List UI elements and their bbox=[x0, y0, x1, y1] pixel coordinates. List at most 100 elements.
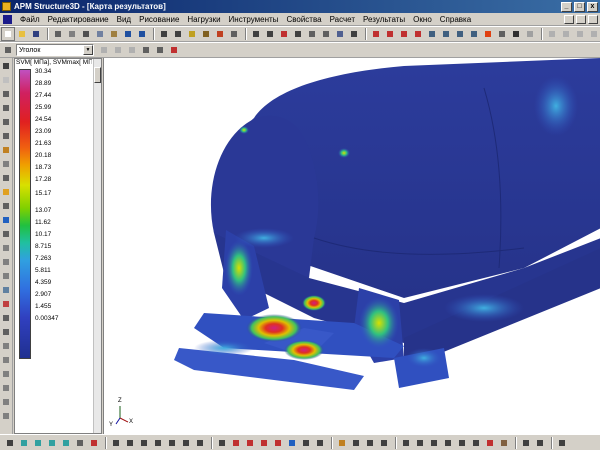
view-side-icon[interactable] bbox=[398, 28, 410, 40]
support-icon[interactable] bbox=[1, 201, 12, 212]
group-icon[interactable] bbox=[1, 397, 12, 408]
minimize-button[interactable]: _ bbox=[561, 1, 572, 12]
array-icon[interactable] bbox=[320, 28, 332, 40]
view-front-icon[interactable] bbox=[384, 28, 396, 40]
keyboard-icon[interactable] bbox=[520, 437, 532, 449]
calculator-icon[interactable] bbox=[534, 437, 546, 449]
zoom-out-icon[interactable] bbox=[440, 28, 452, 40]
mdi-restore-button[interactable] bbox=[576, 14, 586, 24]
cut-icon[interactable] bbox=[80, 28, 92, 40]
arrow-down-icon[interactable] bbox=[98, 44, 110, 56]
rotate-view-icon[interactable] bbox=[496, 28, 508, 40]
menu-loads[interactable]: Нагрузки bbox=[183, 15, 224, 24]
section-shape-icon[interactable] bbox=[194, 437, 206, 449]
settings-icon[interactable] bbox=[556, 437, 568, 449]
print-preview-icon[interactable] bbox=[66, 28, 78, 40]
section-library-icon[interactable] bbox=[154, 44, 166, 56]
beam-result-icon[interactable] bbox=[400, 437, 412, 449]
zoom-in-icon[interactable] bbox=[426, 28, 438, 40]
new-file-icon[interactable] bbox=[1, 27, 15, 41]
section-properties-icon[interactable] bbox=[168, 44, 180, 56]
measure-icon[interactable] bbox=[348, 28, 360, 40]
select-box-icon[interactable] bbox=[1, 75, 12, 86]
pressure-icon[interactable] bbox=[1, 243, 12, 254]
render-mode-icon[interactable] bbox=[510, 28, 522, 40]
shell-icon[interactable] bbox=[1, 159, 12, 170]
load-icon[interactable] bbox=[1, 187, 12, 198]
rotate-icon[interactable] bbox=[292, 28, 304, 40]
force-icon[interactable] bbox=[1, 215, 12, 226]
truck-icon[interactable] bbox=[214, 28, 226, 40]
grid-icon[interactable] bbox=[158, 28, 170, 40]
helmet-icon[interactable] bbox=[186, 28, 198, 40]
results-viewport[interactable]: Z X Y bbox=[103, 58, 600, 434]
solid-result-icon[interactable] bbox=[428, 437, 440, 449]
moment-display-icon[interactable] bbox=[244, 437, 256, 449]
menu-calculation[interactable]: Расчет bbox=[326, 15, 359, 24]
box-icon[interactable] bbox=[200, 28, 212, 40]
vectors-icon[interactable] bbox=[364, 437, 376, 449]
menu-window[interactable]: Окно bbox=[409, 15, 436, 24]
legend-scrollbar[interactable] bbox=[93, 59, 101, 433]
stress-icon[interactable] bbox=[456, 437, 468, 449]
view-top-icon[interactable] bbox=[412, 28, 424, 40]
force-display-icon[interactable] bbox=[230, 437, 242, 449]
animation-icon[interactable] bbox=[300, 437, 312, 449]
select-cursor-icon[interactable] bbox=[1, 61, 12, 72]
display-solids-icon[interactable] bbox=[60, 437, 72, 449]
mesh-icon[interactable] bbox=[1, 299, 12, 310]
temperature-display-icon[interactable] bbox=[272, 437, 284, 449]
undo-icon[interactable] bbox=[122, 28, 134, 40]
section-icon[interactable] bbox=[334, 28, 346, 40]
local-axes-icon[interactable] bbox=[180, 437, 192, 449]
save-icon[interactable] bbox=[30, 28, 42, 40]
hash-icon[interactable] bbox=[172, 28, 184, 40]
safety-factor-icon[interactable] bbox=[484, 437, 496, 449]
ruler-icon[interactable] bbox=[110, 437, 122, 449]
display-supports-icon[interactable] bbox=[88, 437, 100, 449]
paste-icon[interactable] bbox=[108, 28, 120, 40]
cube-icon[interactable] bbox=[1, 271, 12, 282]
pan-icon[interactable] bbox=[482, 28, 494, 40]
node-numbers-icon[interactable] bbox=[166, 437, 178, 449]
undo-section-icon[interactable] bbox=[112, 44, 124, 56]
section-type-icon[interactable] bbox=[2, 44, 14, 56]
display-elements-icon[interactable] bbox=[32, 437, 44, 449]
redo-icon[interactable] bbox=[136, 28, 148, 40]
mdi-minimize-button[interactable] bbox=[564, 14, 574, 24]
contour-icon[interactable] bbox=[314, 437, 326, 449]
print-icon[interactable] bbox=[52, 28, 64, 40]
grid-toggle-icon[interactable] bbox=[138, 437, 150, 449]
display-loads-icon[interactable] bbox=[74, 437, 86, 449]
element-numbers-icon[interactable] bbox=[152, 437, 164, 449]
menu-draw[interactable]: Рисование bbox=[135, 15, 183, 24]
menu-properties[interactable]: Свойства bbox=[282, 15, 325, 24]
node-icon[interactable] bbox=[1, 103, 12, 114]
copy-icon[interactable] bbox=[94, 28, 106, 40]
zoom-window-icon[interactable] bbox=[454, 28, 466, 40]
section-select[interactable]: Уголок ▼ bbox=[16, 44, 94, 56]
plate-icon[interactable] bbox=[1, 145, 12, 156]
display-plates-icon[interactable] bbox=[46, 437, 58, 449]
add-node-icon[interactable] bbox=[264, 28, 276, 40]
pressure-display-icon[interactable] bbox=[258, 437, 270, 449]
redo-section-icon[interactable] bbox=[126, 44, 138, 56]
info-icon[interactable] bbox=[1, 285, 12, 296]
reaction-icon[interactable] bbox=[442, 437, 454, 449]
pin-icon[interactable] bbox=[278, 28, 290, 40]
strain-icon[interactable] bbox=[470, 437, 482, 449]
report-icon[interactable] bbox=[498, 437, 510, 449]
wireframe-icon[interactable] bbox=[524, 28, 536, 40]
beam-icon[interactable] bbox=[1, 131, 12, 142]
iso-lines-icon[interactable] bbox=[350, 437, 362, 449]
dimension-icon[interactable] bbox=[124, 437, 136, 449]
pointer-icon[interactable] bbox=[1, 89, 12, 100]
move-icon[interactable] bbox=[250, 28, 262, 40]
open-folder-icon[interactable] bbox=[16, 28, 28, 40]
scale-icon[interactable] bbox=[228, 28, 240, 40]
axes-icon[interactable] bbox=[370, 28, 382, 40]
close-button[interactable]: x bbox=[587, 1, 598, 12]
solid-icon[interactable] bbox=[1, 173, 12, 184]
mdi-close-button[interactable] bbox=[588, 14, 598, 24]
document-icon[interactable] bbox=[3, 14, 12, 24]
